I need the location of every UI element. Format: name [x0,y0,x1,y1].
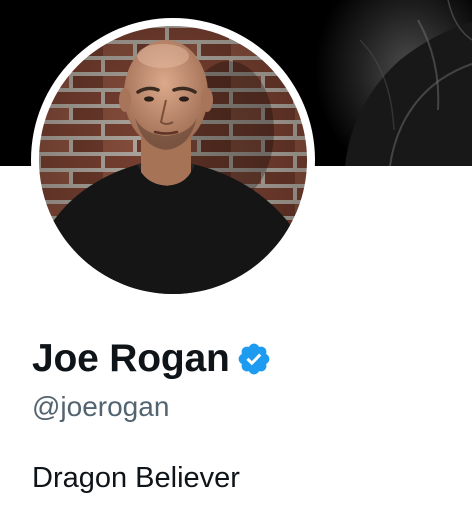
username-handle: @joerogan [32,391,170,422]
profile-bio: Dragon Believer [32,462,240,494]
name-row: Joe Rogan [32,336,272,382]
profile-avatar[interactable] [31,18,315,302]
verified-badge-icon[interactable] [236,341,272,377]
display-name: Joe Rogan [32,337,230,380]
profile-header: Joe Rogan @joerogan Dragon Believer [0,0,472,510]
avatar-photo [39,26,307,294]
